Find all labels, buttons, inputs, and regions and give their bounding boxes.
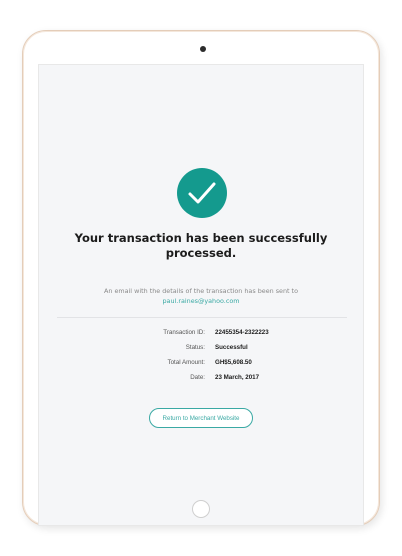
checkmark-icon [177,168,227,218]
camera-dot [200,46,206,52]
detail-row-date: Date: 23 March, 2017 [51,370,351,385]
confirmation-title: Your transaction has been successfully p… [74,231,328,260]
transaction-details: Transaction ID: 22455354-2322223 Status:… [51,325,351,385]
screen: Your transaction has been successfully p… [38,64,364,526]
detail-label: Status: [185,344,205,351]
detail-value: 23 March, 2017 [215,374,260,381]
detail-row-total-amount: Total Amount: GH$5,608.50 [51,355,351,370]
detail-row-transaction-id: Transaction ID: 22455354-2322223 [51,325,351,340]
email-link[interactable]: paul.raines@yahoo.com [51,297,351,306]
detail-label: Total Amount: [167,359,206,366]
tablet-device: Your transaction has been successfully p… [22,30,380,526]
divider [57,317,347,318]
detail-value: 22455354-2322223 [215,329,269,336]
email-note: An email with the details of the transac… [104,287,298,295]
return-to-merchant-button[interactable]: Return to Merchant Website [149,408,253,428]
detail-label: Transaction ID: [163,329,205,336]
detail-value: GH$5,608.50 [215,359,252,366]
home-button[interactable] [192,500,210,518]
detail-row-status: Status: Successful [51,340,351,355]
detail-label: Date: [190,374,205,381]
detail-value: Successful [215,344,248,351]
